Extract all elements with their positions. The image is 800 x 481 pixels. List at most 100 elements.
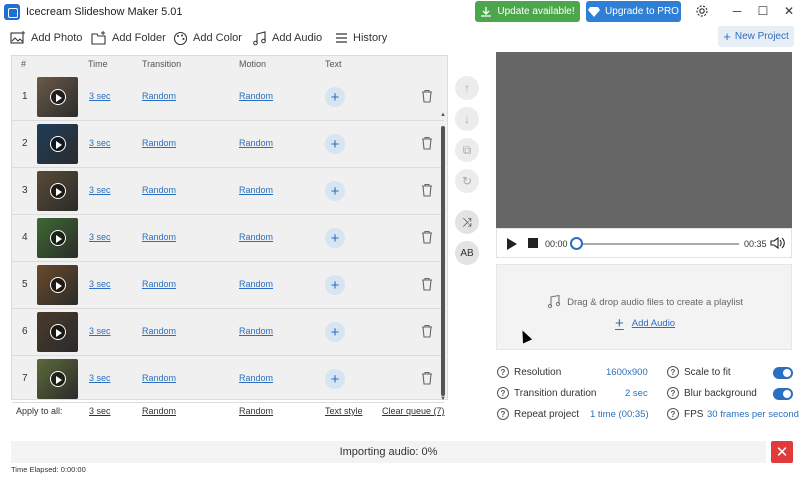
grid-scrollbar[interactable]: [441, 126, 445, 396]
slide-thumbnail[interactable]: [37, 77, 78, 117]
settings-gear-icon[interactable]: [691, 2, 713, 20]
time-link[interactable]: 3 sec: [89, 373, 111, 383]
motion-link[interactable]: Random: [239, 91, 273, 101]
audio-drop-zone[interactable]: Drag & drop audio files to create a play…: [496, 264, 792, 350]
slide-thumbnail[interactable]: [37, 312, 78, 352]
transition-link[interactable]: Random: [142, 232, 176, 242]
trash-icon[interactable]: [420, 183, 434, 197]
help-icon[interactable]: ?: [497, 366, 509, 378]
duplicate-icon[interactable]: ⧉: [455, 138, 479, 162]
blur-background-toggle[interactable]: [773, 388, 793, 400]
move-up-icon[interactable]: ↑: [455, 76, 479, 100]
transition-link[interactable]: Random: [142, 326, 176, 336]
add-color-button[interactable]: Add Color: [173, 28, 242, 48]
motion-link[interactable]: Random: [239, 232, 273, 242]
repeat-project-value[interactable]: 1 time (00:35): [590, 409, 649, 420]
time-link[interactable]: 3 sec: [89, 138, 111, 148]
table-row[interactable]: 6 3 sec Random Random +: [12, 309, 444, 356]
scale-to-fit-toggle[interactable]: [773, 367, 793, 379]
apply-motion-link[interactable]: Random: [239, 406, 273, 416]
trash-icon[interactable]: [420, 277, 434, 291]
stop-icon[interactable]: [528, 238, 538, 248]
play-preview-icon[interactable]: [50, 324, 66, 340]
motion-link[interactable]: Random: [239, 326, 273, 336]
add-text-button[interactable]: +: [325, 322, 345, 342]
minimize-icon[interactable]: ─: [726, 2, 748, 20]
play-preview-icon[interactable]: [50, 277, 66, 293]
play-preview-icon[interactable]: [50, 136, 66, 152]
add-photo-button[interactable]: Add Photo: [10, 28, 82, 48]
transition-link[interactable]: Random: [142, 279, 176, 289]
text-style-link[interactable]: Text style: [325, 406, 363, 416]
apply-time-link[interactable]: 3 sec: [89, 406, 111, 416]
history-button[interactable]: History: [335, 28, 387, 48]
rotate-icon[interactable]: ↻: [455, 169, 479, 193]
cancel-import-button[interactable]: ✕: [771, 441, 793, 463]
add-text-button[interactable]: +: [325, 181, 345, 201]
add-text-button[interactable]: +: [325, 369, 345, 389]
add-text-button[interactable]: +: [325, 228, 345, 248]
slide-thumbnail[interactable]: [37, 265, 78, 305]
resolution-value[interactable]: 1600x900: [606, 367, 648, 378]
apply-transition-link[interactable]: Random: [142, 406, 176, 416]
help-icon[interactable]: ?: [497, 387, 509, 399]
transition-link[interactable]: Random: [142, 138, 176, 148]
help-icon[interactable]: ?: [667, 387, 679, 399]
seek-knob[interactable]: [570, 237, 583, 250]
new-project-button[interactable]: + New Project: [718, 26, 794, 47]
trash-icon[interactable]: [420, 89, 434, 103]
motion-link[interactable]: Random: [239, 279, 273, 289]
clear-queue-link[interactable]: Clear queue (7): [382, 406, 445, 416]
time-link[interactable]: 3 sec: [89, 91, 111, 101]
motion-link[interactable]: Random: [239, 185, 273, 195]
slide-thumbnail[interactable]: [37, 171, 78, 211]
add-audio-button[interactable]: Add Audio: [252, 28, 322, 48]
add-text-button[interactable]: +: [325, 87, 345, 107]
time-link[interactable]: 3 sec: [89, 232, 111, 242]
trash-icon[interactable]: [420, 324, 434, 338]
time-link[interactable]: 3 sec: [89, 326, 111, 336]
slide-thumbnail[interactable]: [37, 218, 78, 258]
table-row[interactable]: 1 3 sec Random Random +: [12, 74, 444, 121]
help-icon[interactable]: ?: [667, 366, 679, 378]
add-audio-link[interactable]: + Add Audio: [615, 315, 675, 332]
motion-link[interactable]: Random: [239, 138, 273, 148]
help-icon[interactable]: ?: [497, 408, 509, 420]
time-link[interactable]: 3 sec: [89, 185, 111, 195]
volume-icon[interactable]: [770, 236, 786, 250]
time-link[interactable]: 3 sec: [89, 279, 111, 289]
table-row[interactable]: 2 3 sec Random Random +: [12, 121, 444, 168]
close-window-icon[interactable]: ✕: [778, 2, 800, 20]
table-row[interactable]: 7 3 sec Random Random +: [12, 356, 444, 403]
slide-thumbnail[interactable]: [37, 359, 78, 399]
trash-icon[interactable]: [420, 136, 434, 150]
play-preview-icon[interactable]: [50, 89, 66, 105]
play-preview-icon[interactable]: [50, 230, 66, 246]
transition-link[interactable]: Random: [142, 91, 176, 101]
table-row[interactable]: 5 3 sec Random Random +: [12, 262, 444, 309]
shuffle-icon[interactable]: ⤨: [455, 210, 479, 234]
play-preview-icon[interactable]: [50, 183, 66, 199]
play-icon[interactable]: [507, 238, 517, 250]
scroll-up-arrow[interactable]: ▲: [440, 112, 446, 118]
fps-value[interactable]: 30 frames per second: [707, 409, 799, 420]
move-down-icon[interactable]: ↓: [455, 107, 479, 131]
motion-link[interactable]: Random: [239, 373, 273, 383]
text-ab-icon[interactable]: AB: [455, 241, 479, 265]
transition-link[interactable]: Random: [142, 373, 176, 383]
slide-thumbnail[interactable]: [37, 124, 78, 164]
update-available-button[interactable]: Update available!: [475, 1, 580, 22]
seek-track[interactable]: [574, 243, 739, 245]
transition-link[interactable]: Random: [142, 185, 176, 195]
transition-duration-value[interactable]: 2 sec: [625, 388, 648, 399]
add-text-button[interactable]: +: [325, 134, 345, 154]
trash-icon[interactable]: [420, 230, 434, 244]
help-icon[interactable]: ?: [667, 408, 679, 420]
trash-icon[interactable]: [420, 371, 434, 385]
table-row[interactable]: 3 3 sec Random Random +: [12, 168, 444, 215]
add-text-button[interactable]: +: [325, 275, 345, 295]
table-row[interactable]: 4 3 sec Random Random +: [12, 215, 444, 262]
upgrade-pro-button[interactable]: Upgrade to PRO: [586, 1, 681, 22]
maximize-icon[interactable]: ☐: [752, 2, 774, 20]
add-folder-button[interactable]: Add Folder: [91, 28, 166, 48]
